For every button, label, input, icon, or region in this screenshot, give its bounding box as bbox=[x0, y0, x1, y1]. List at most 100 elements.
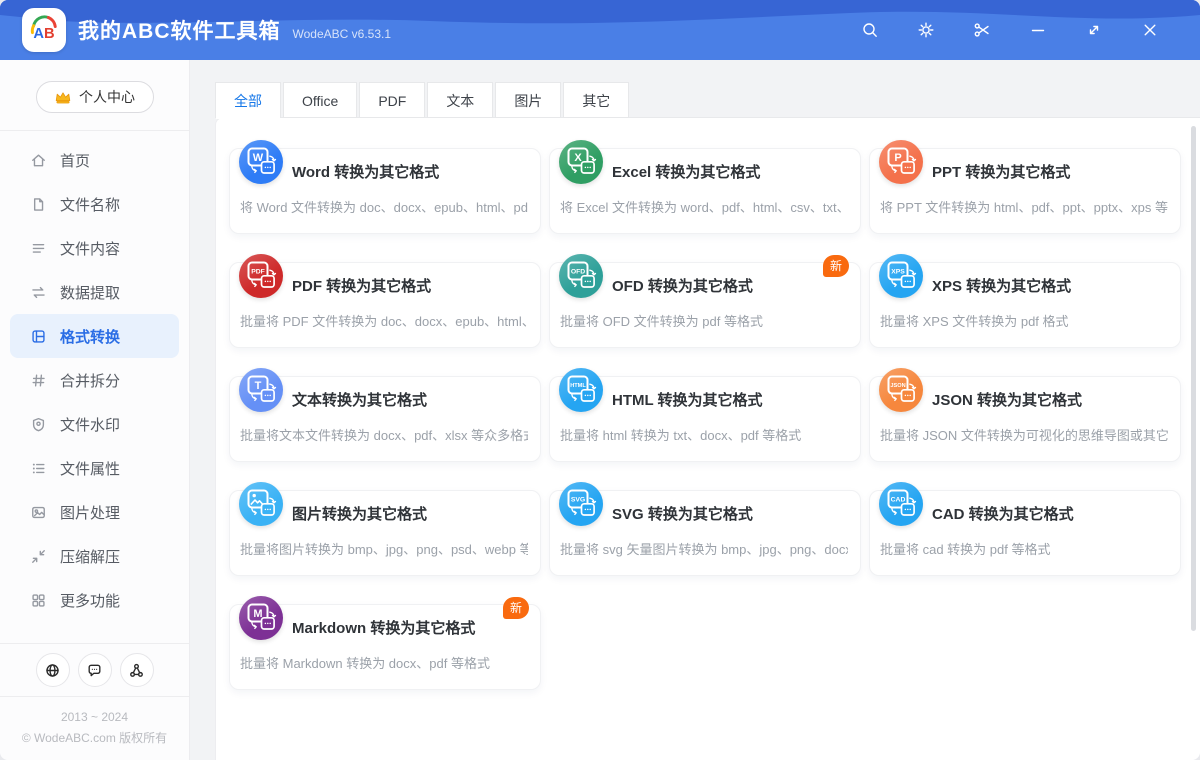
tool-title: XPS 转换为其它格式 bbox=[932, 278, 1072, 295]
sidebar-item[interactable]: 数据提取 bbox=[10, 270, 179, 314]
sidebar-item[interactable]: 文件属性 bbox=[10, 446, 179, 490]
sidebar-divider bbox=[0, 130, 189, 131]
sidebar-item-label: 文件内容 bbox=[60, 240, 121, 258]
share-icon bbox=[130, 663, 143, 677]
scissors-icon bbox=[974, 23, 989, 37]
tool-icon: OFD bbox=[559, 254, 603, 298]
user-center-label: 个人中心 bbox=[79, 89, 135, 105]
app-title: 我的ABC软件工具箱 bbox=[78, 20, 281, 43]
close-button[interactable] bbox=[1122, 0, 1178, 60]
tab[interactable]: 其它 bbox=[563, 82, 630, 118]
tool-card[interactable]: HTML HTML 转换为其它格式 批量将 html 转换为 txt、docx、… bbox=[549, 368, 861, 462]
sidebar-item[interactable]: 文件水印 bbox=[10, 402, 179, 446]
tool-card[interactable]: SVG SVG 转换为其它格式 批量将 svg 矢量图片转换为 bmp、jpg、… bbox=[549, 482, 861, 576]
svg-text:XPS: XPS bbox=[891, 268, 905, 275]
settings-button[interactable] bbox=[898, 0, 954, 60]
tool-card[interactable]: OFD OFD 转换为其它格式 批量将 OFD 文件转换为 pdf 等格式 新 bbox=[549, 254, 861, 348]
share-link[interactable] bbox=[119, 653, 154, 688]
tool-card[interactable]: 图片转换为其它格式 批量将图片转换为 bmp、jpg、png、psd、webp … bbox=[229, 482, 541, 576]
svg-text:PDF: PDF bbox=[251, 268, 265, 275]
sidebar-item[interactable]: 文件名称 bbox=[10, 182, 179, 226]
tool-card[interactable]: T 文本转换为其它格式 批量将文本文件转换为 docx、pdf、xlsx 等众多… bbox=[229, 368, 541, 462]
scrollbar-thumb[interactable] bbox=[1191, 126, 1196, 631]
tool-title: Word 转换为其它格式 bbox=[292, 164, 440, 181]
merge-split-icon bbox=[30, 372, 47, 389]
tool-description: 批量将 XPS 文件转换为 pdf 格式 bbox=[880, 314, 1069, 329]
sidebar-footer: 2013 ~ 2024 © WodeABC.com 版权所有 bbox=[0, 635, 189, 760]
copyright-years: 2013 ~ 2024 bbox=[60, 710, 129, 725]
sidebar-item-label: 压缩解压 bbox=[60, 548, 121, 566]
sidebar-item-label: 更多功能 bbox=[60, 592, 121, 610]
tab[interactable]: 文本 bbox=[427, 82, 494, 118]
tool-card[interactable]: W Word 转换为其它格式 将 Word 文件转换为 doc、docx、epu… bbox=[229, 140, 541, 234]
tool-icon: XPS bbox=[879, 254, 923, 298]
tool-card[interactable]: JSON JSON 转换为其它格式 批量将 JSON 文件转换为可视化的思维导图… bbox=[869, 368, 1181, 462]
resize-button[interactable] bbox=[1066, 0, 1122, 60]
settings-icon bbox=[918, 22, 934, 38]
tool-description: 批量将 OFD 文件转换为 pdf 等格式 bbox=[560, 314, 763, 329]
tab[interactable]: 全部 bbox=[215, 82, 281, 119]
tool-icon: HTML bbox=[559, 368, 603, 412]
search-icon bbox=[863, 23, 877, 37]
resize-icon bbox=[1089, 25, 1099, 35]
tab[interactable]: PDF bbox=[359, 82, 426, 118]
svg-text:JSON: JSON bbox=[890, 383, 905, 389]
sidebar-item[interactable]: 格式转换 bbox=[10, 314, 179, 358]
tool-title: 文本转换为其它格式 bbox=[292, 392, 428, 409]
image-process-icon bbox=[30, 504, 47, 521]
svg-text:P: P bbox=[894, 152, 901, 164]
minimize-button[interactable] bbox=[1010, 0, 1066, 60]
tool-card[interactable]: M Markdown 转换为其它格式 批量将 Markdown 转换为 docx… bbox=[229, 596, 541, 690]
copyright-owner: © WodeABC.com 版权所有 bbox=[21, 730, 168, 745]
svg-text:M: M bbox=[253, 608, 262, 620]
tool-description: 将 Word 文件转换为 doc、docx、epub、html、pdf 等格式 bbox=[240, 200, 528, 215]
tool-card[interactable]: CAD CAD 转换为其它格式 批量将 cad 转换为 pdf 等格式 bbox=[869, 482, 1181, 576]
tool-card-grid: W Word 转换为其它格式 将 Word 文件转换为 doc、docx、epu… bbox=[216, 118, 1200, 690]
tool-icon: P bbox=[879, 140, 923, 184]
sidebar-item[interactable]: 图片处理 bbox=[10, 490, 179, 534]
search-button[interactable] bbox=[842, 0, 898, 60]
svg-text:HTML: HTML bbox=[570, 383, 586, 389]
scissors-button[interactable] bbox=[954, 0, 1010, 60]
sidebar: 个人中心 首页 文件名称 文件内容 数据提取 格式转换 合并拆分 文件水印 文件… bbox=[0, 60, 190, 760]
browser-link[interactable] bbox=[35, 653, 70, 688]
sidebar-item-label: 数据提取 bbox=[60, 284, 121, 302]
tool-icon: PDF bbox=[239, 254, 283, 298]
tool-description: 批量将 Markdown 转换为 docx、pdf 等格式 bbox=[240, 656, 490, 671]
content-panel: W Word 转换为其它格式 将 Word 文件转换为 doc、docx、epu… bbox=[215, 117, 1200, 760]
feedback-link[interactable] bbox=[77, 653, 112, 688]
svg-text:T: T bbox=[255, 380, 262, 392]
tab[interactable]: 图片 bbox=[495, 82, 562, 118]
main-area: 全部 Office PDF 文本 图片 其它 W Word 转换为其它格式 将 Word … bbox=[190, 60, 1200, 760]
sidebar-item[interactable]: 文件内容 bbox=[10, 226, 179, 270]
tool-icon bbox=[239, 482, 283, 526]
sidebar-item[interactable]: 首页 bbox=[10, 138, 179, 182]
tool-card[interactable]: P PPT 转换为其它格式 将 PPT 文件转换为 html、pdf、ppt、p… bbox=[869, 140, 1181, 234]
tool-card[interactable]: PDF PDF 转换为其它格式 批量将 PDF 文件转换为 doc、docx、e… bbox=[229, 254, 541, 348]
tool-title: PDF 转换为其它格式 bbox=[292, 278, 432, 295]
sidebar-item[interactable]: 压缩解压 bbox=[10, 534, 179, 578]
tool-title: SVG 转换为其它格式 bbox=[612, 506, 753, 523]
browser-icon bbox=[46, 664, 59, 677]
svg-text:SVG: SVG bbox=[571, 496, 585, 503]
sidebar-nav: 首页 文件名称 文件内容 数据提取 格式转换 合并拆分 文件水印 文件属性 图片… bbox=[0, 138, 189, 622]
file-name-icon bbox=[30, 196, 47, 213]
sidebar-item[interactable]: 合并拆分 bbox=[10, 358, 179, 402]
sidebar-item[interactable]: 更多功能 bbox=[10, 578, 179, 622]
home-icon bbox=[30, 152, 47, 169]
tool-card[interactable]: XPS XPS 转换为其它格式 批量将 XPS 文件转换为 pdf 格式 bbox=[869, 254, 1181, 348]
compress-icon bbox=[30, 548, 47, 565]
tab[interactable]: Office bbox=[283, 82, 358, 118]
sidebar-footer-links bbox=[0, 644, 189, 696]
app-version: WodeABC v6.53.1 bbox=[292, 27, 392, 41]
tool-card[interactable]: X Excel 转换为其它格式 将 Excel 文件转换为 word、pdf、h… bbox=[549, 140, 861, 234]
sidebar-item-label: 文件水印 bbox=[60, 416, 121, 434]
svg-text:CAD: CAD bbox=[891, 496, 906, 503]
tool-icon: W bbox=[239, 140, 283, 184]
user-center-button[interactable]: 个人中心 bbox=[35, 81, 154, 113]
svg-text:X: X bbox=[574, 152, 582, 164]
tool-description: 批量将 PDF 文件转换为 doc、docx、epub、html、txt 等格式 bbox=[240, 314, 528, 329]
tool-description: 批量将 cad 转换为 pdf 等格式 bbox=[880, 542, 1051, 557]
watermark-icon bbox=[30, 416, 47, 433]
tool-title: JSON 转换为其它格式 bbox=[932, 392, 1083, 409]
